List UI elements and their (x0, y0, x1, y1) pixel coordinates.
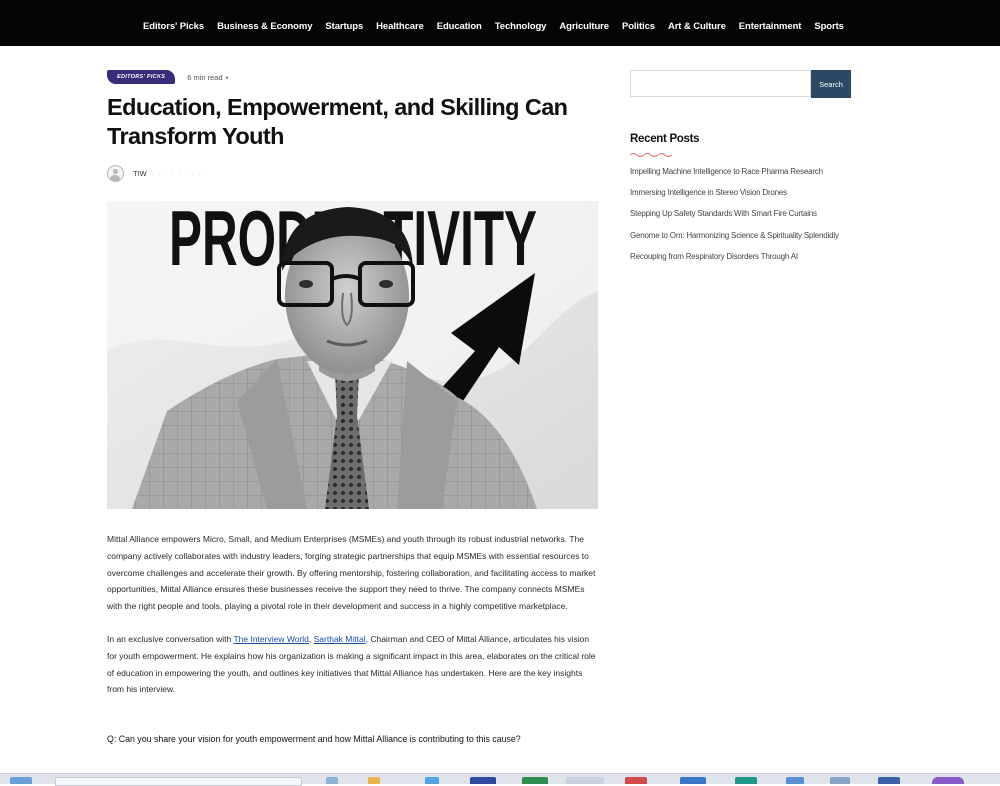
search-button[interactable]: Search (811, 70, 851, 98)
taskbar-search-box[interactable] (55, 777, 302, 786)
os-taskbar (0, 773, 1000, 786)
nav-item-agriculture[interactable]: Agriculture (559, 21, 609, 32)
author-avatar-icon[interactable] (107, 165, 124, 182)
hero-portrait-illustration: PRODUCTIVITY (107, 201, 598, 509)
recent-posts-heading: Recent Posts (630, 133, 700, 145)
recent-post-link[interactable]: Immersing Intelligence in Stereo Vision … (630, 185, 845, 201)
nav-item-entertainment[interactable]: Entertainment (739, 21, 802, 32)
recent-posts-list: Impelling Machine Intelligence to Race P… (630, 164, 845, 270)
article-title: Education, Empowerment, and Skilling Can… (107, 94, 568, 149)
article-body: Mittal Alliance empowers Micro, Small, a… (107, 531, 599, 714)
nav-item-art-culture[interactable]: Art & Culture (668, 21, 726, 32)
search-input[interactable] (631, 71, 814, 95)
read-time: 6 min read • (187, 73, 228, 82)
nav-menu: Editors' Picks Business & Economy Startu… (143, 21, 857, 32)
nav-item-business-economy[interactable]: Business & Economy (217, 21, 312, 32)
nav-item-sports[interactable]: Sports (814, 21, 844, 32)
author-row: TIW · · · · · · · · · (107, 165, 208, 182)
interview-question: Q: Can you share your vision for youth e… (107, 734, 521, 744)
recent-post-link[interactable]: Impelling Machine Intelligence to Race P… (630, 164, 845, 180)
recent-post-link[interactable]: Recouping from Respiratory Disorders Thr… (630, 249, 845, 265)
article-meta: EDITORS' PICKS 6 min read • (107, 70, 228, 84)
article-paragraph-2: In an exclusive conversation with The In… (107, 631, 599, 698)
top-navigation: Editors' Picks Business & Economy Startu… (0, 0, 1000, 46)
recent-post-link[interactable]: Genome to Om: Harmonizing Science & Spir… (630, 228, 845, 244)
search-field-wrapper (630, 70, 814, 97)
nav-item-startups[interactable]: Startups (325, 21, 363, 32)
read-time-label: 6 min read (187, 72, 223, 82)
author-meta: · · · · · · · · · (151, 169, 208, 178)
article-hero-image: PRODUCTIVITY (107, 201, 598, 509)
paragraph-2-intro: In an exclusive conversation with (107, 633, 234, 644)
sarthak-mittal-link[interactable]: Sarthak Mittal (314, 634, 366, 644)
read-time-separator: • (225, 72, 229, 82)
interview-world-link[interactable]: The Interview World (233, 634, 308, 644)
nav-item-politics[interactable]: Politics (622, 21, 655, 32)
article-paragraph-1: Mittal Alliance empowers Micro, Small, a… (107, 534, 596, 612)
nav-item-editors-picks[interactable]: Editors' Picks (143, 21, 204, 32)
category-badge[interactable]: EDITORS' PICKS (107, 70, 176, 84)
heading-wave-decoration (630, 153, 672, 157)
nav-item-technology[interactable]: Technology (495, 21, 547, 32)
nav-item-education[interactable]: Education (437, 21, 482, 32)
nav-item-healthcare[interactable]: Healthcare (376, 21, 424, 32)
recent-post-link[interactable]: Stepping Up Safety Standards With Smart … (630, 206, 845, 222)
author-name[interactable]: TIW (133, 169, 147, 178)
